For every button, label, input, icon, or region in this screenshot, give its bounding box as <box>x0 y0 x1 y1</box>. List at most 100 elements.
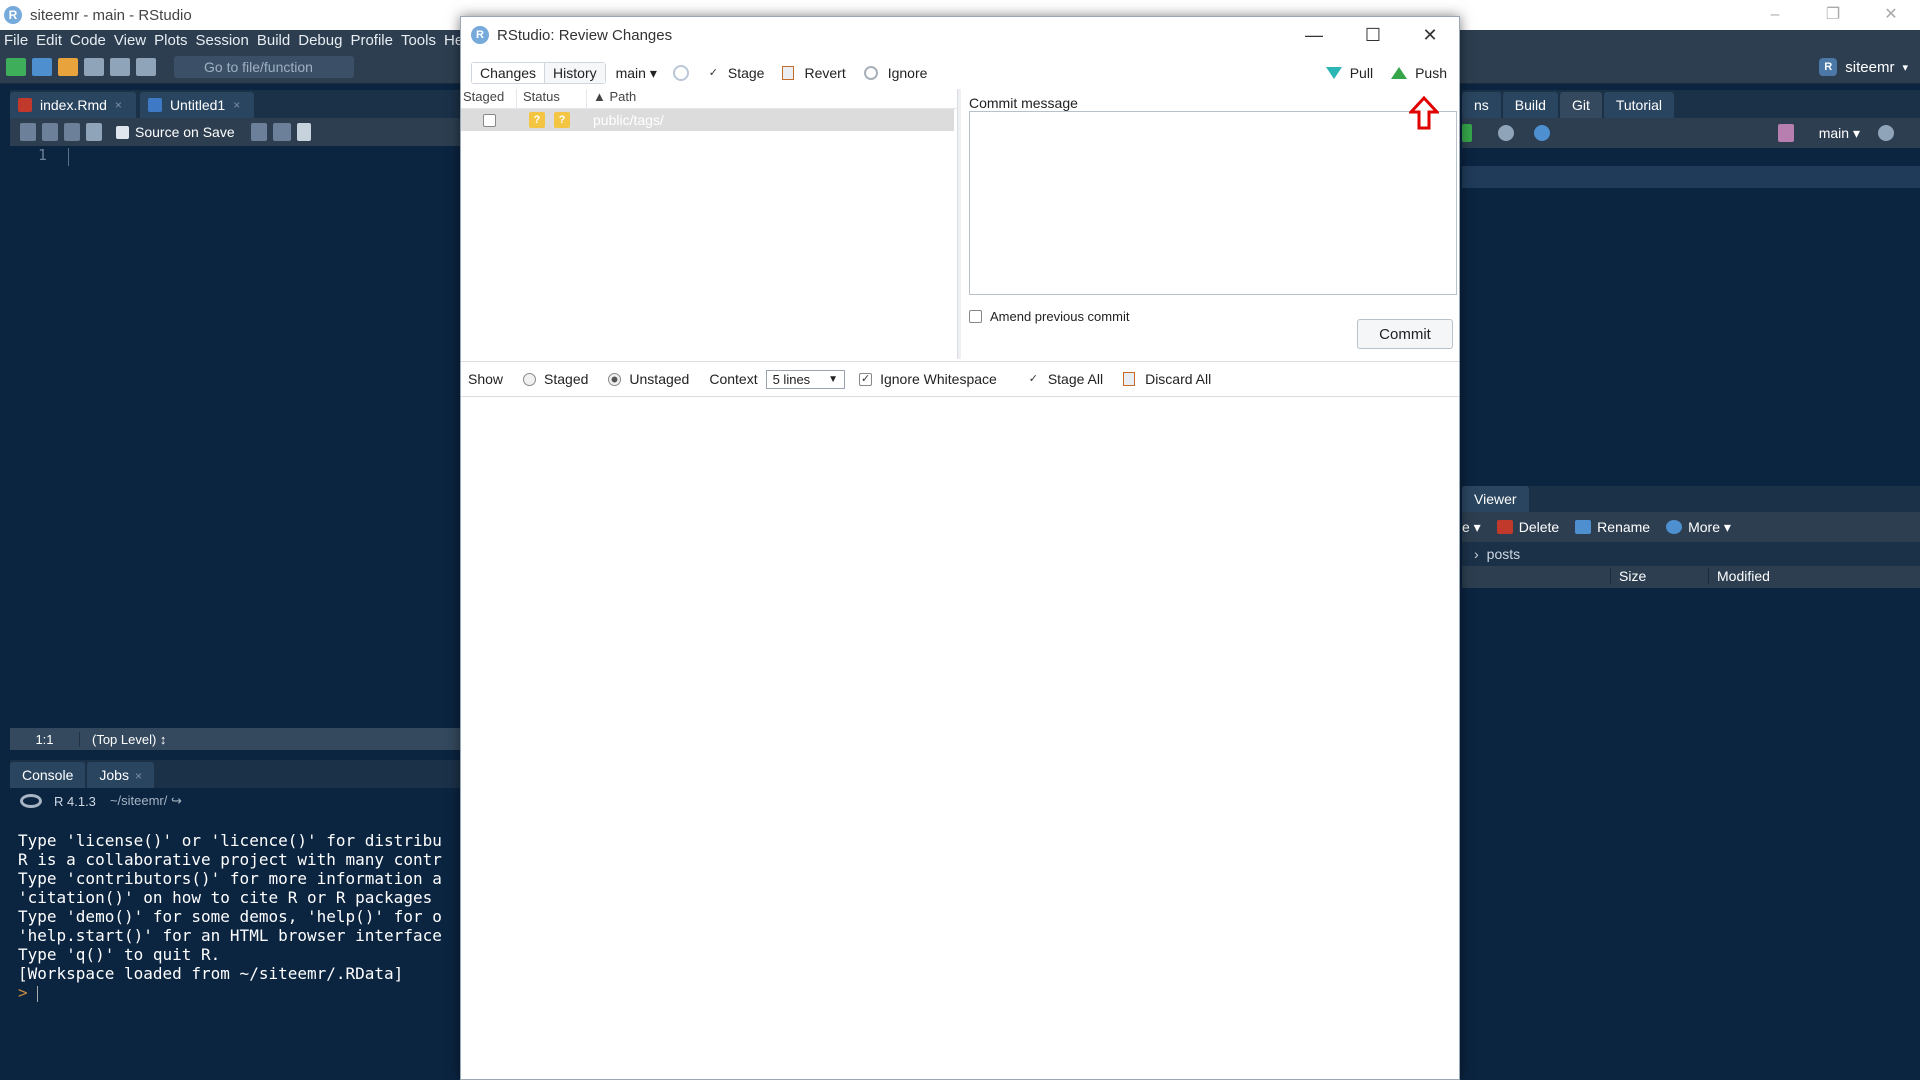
menu-build[interactable]: Build <box>257 32 290 49</box>
open-file-icon[interactable] <box>58 57 78 76</box>
magic-wand-icon[interactable] <box>272 123 291 141</box>
breadcrumb-folder[interactable]: posts <box>1487 546 1520 562</box>
console-header: R 4.1.3 ~/siteemr/ ↪ <box>10 790 460 812</box>
upload-dropdown[interactable]: e ▾ <box>1462 519 1481 536</box>
vertical-splitter[interactable] <box>957 89 961 359</box>
menu-session[interactable]: Session <box>196 32 249 49</box>
staged-checkbox[interactable] <box>482 113 496 127</box>
tab-untitled1[interactable]: Untitled1 × <box>139 92 255 118</box>
gear-icon[interactable] <box>1534 125 1550 141</box>
print-icon[interactable] <box>136 57 156 76</box>
amend-checkbox[interactable] <box>969 310 982 323</box>
tab-tutorial[interactable]: Tutorial <box>1603 92 1674 118</box>
save-all-icon[interactable] <box>110 57 130 76</box>
restore-button[interactable]: ❐ <box>1804 0 1862 30</box>
push-icon[interactable] <box>1462 124 1472 142</box>
source-on-save-toggle[interactable]: Source on Save <box>116 124 235 140</box>
chevron-right-icon: › <box>1474 546 1479 562</box>
staged-radio[interactable]: Staged <box>523 371 588 387</box>
rename-button[interactable]: Rename <box>1575 519 1650 535</box>
column-status[interactable]: Status <box>517 89 587 108</box>
ignore-label: Ignore <box>887 65 928 81</box>
staged-radio-button[interactable] <box>523 372 537 386</box>
column-staged[interactable]: Staged <box>461 89 517 108</box>
git-file-list <box>1462 148 1920 468</box>
save-icon[interactable] <box>84 57 104 76</box>
unstaged-radio[interactable]: Unstaged <box>608 371 689 387</box>
maximize-button[interactable]: ☐ <box>1344 25 1402 46</box>
show-in-window-icon[interactable] <box>64 123 80 141</box>
new-project-icon[interactable] <box>32 57 52 76</box>
new-file-icon[interactable] <box>6 57 26 76</box>
menu-profile[interactable]: Profile <box>350 32 393 49</box>
menu-file[interactable]: File <box>4 32 28 49</box>
console-output[interactable]: Type 'license()' or 'licence()' for dist… <box>10 812 460 1070</box>
refresh-icon[interactable] <box>672 65 689 81</box>
discard-all-button[interactable]: Discard All <box>1123 371 1211 387</box>
history-clock-icon[interactable] <box>1498 125 1514 141</box>
ignore-button[interactable]: Ignore <box>863 65 928 81</box>
forward-icon[interactable] <box>42 123 58 141</box>
menu-code[interactable]: Code <box>70 32 106 49</box>
minimize-button[interactable]: – <box>1746 0 1804 30</box>
close-tab-icon[interactable]: × <box>233 92 240 118</box>
ignore-whitespace-checkbox[interactable] <box>859 372 873 386</box>
branch-icon[interactable] <box>1778 124 1794 142</box>
refresh-icon[interactable] <box>1878 125 1894 141</box>
context-select[interactable]: 5 lines ▼ <box>765 369 846 389</box>
stage-button[interactable]: Stage <box>706 65 764 81</box>
pull-button[interactable]: Pull <box>1325 65 1373 81</box>
save-icon[interactable] <box>86 123 102 141</box>
tab-jobs[interactable]: Jobs × <box>87 762 154 788</box>
project-icon: R <box>1819 58 1838 76</box>
amend-previous-commit[interactable]: Amend previous commit <box>969 309 1129 324</box>
list-item[interactable] <box>1462 166 1920 188</box>
branch-selector[interactable]: main ▾ <box>616 65 657 82</box>
tab-changes[interactable]: Changes <box>472 63 546 83</box>
menu-plots[interactable]: Plots <box>154 32 187 49</box>
revert-button[interactable]: Revert <box>782 65 846 81</box>
menu-debug[interactable]: Debug <box>298 32 342 49</box>
back-icon[interactable] <box>20 123 36 141</box>
tab-console[interactable]: Console <box>10 762 86 788</box>
more-button[interactable]: More ▾ <box>1666 519 1731 536</box>
stage-check-icon <box>706 66 720 80</box>
column-modified[interactable]: Modified <box>1708 568 1770 584</box>
source-on-save-checkbox[interactable] <box>116 125 129 139</box>
push-button[interactable]: Push <box>1391 65 1447 81</box>
close-dialog-button[interactable]: ✕ <box>1401 25 1459 46</box>
menu-view[interactable]: View <box>114 32 146 49</box>
delete-button[interactable]: Delete <box>1496 519 1559 535</box>
close-window-button[interactable]: ✕ <box>1862 0 1920 30</box>
menu-edit[interactable]: Edit <box>36 32 62 49</box>
cursor-position: 1:1 <box>10 731 80 747</box>
project-menu[interactable]: R siteemr ▾ <box>1819 58 1908 76</box>
table-row[interactable]: ? ? public/tags/ <box>461 109 954 131</box>
branch-selector[interactable]: main ▾ <box>1819 125 1860 142</box>
stage-all-button[interactable]: Stage All <box>1026 371 1103 387</box>
tab-connections[interactable]: ns <box>1462 92 1501 118</box>
tab-viewer[interactable]: Viewer <box>1462 486 1529 512</box>
tab-index-rmd[interactable]: index.Rmd × <box>10 92 136 118</box>
tab-git[interactable]: Git <box>1559 92 1602 118</box>
commit-button[interactable]: Commit <box>1357 319 1453 349</box>
working-directory[interactable]: ~/siteemr/ ↪ <box>110 793 182 809</box>
minimize-button[interactable]: — <box>1285 25 1343 46</box>
compile-report-icon[interactable] <box>296 123 311 141</box>
tab-history[interactable]: History <box>545 63 605 83</box>
goto-file-input[interactable]: Go to file/function <box>174 55 354 78</box>
close-tab-icon[interactable]: × <box>115 92 122 118</box>
search-icon[interactable] <box>250 123 267 141</box>
menu-tools[interactable]: Tools <box>401 32 436 49</box>
unstaged-radio-button[interactable] <box>608 372 622 386</box>
close-tab-icon[interactable]: × <box>135 769 142 783</box>
column-size[interactable]: Size <box>1610 568 1646 584</box>
scope-selector[interactable]: (Top Level) ↕ <box>80 732 166 747</box>
more-label: More ▾ <box>1688 518 1731 535</box>
column-path[interactable]: ▲ Path <box>587 89 957 108</box>
code-editor[interactable]: 1 <box>10 146 460 728</box>
commit-message-input[interactable] <box>969 111 1457 295</box>
ignore-whitespace-toggle[interactable]: Ignore Whitespace <box>859 371 997 387</box>
editor-tabbar: index.Rmd × Untitled1 × <box>10 90 460 118</box>
tab-build[interactable]: Build <box>1502 92 1558 118</box>
